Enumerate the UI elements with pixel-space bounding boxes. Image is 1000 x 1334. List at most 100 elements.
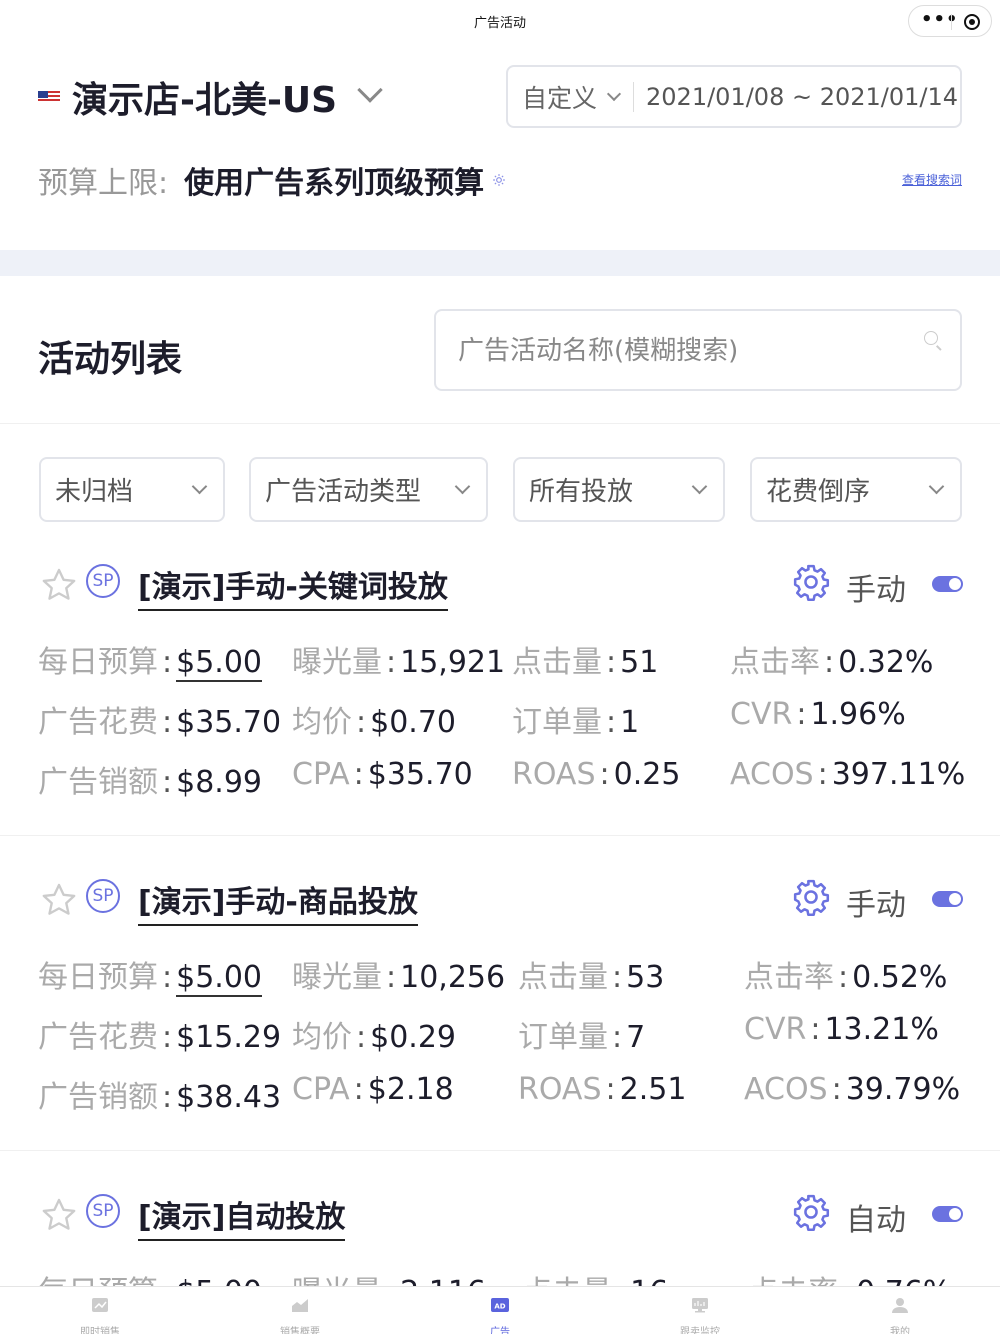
metric-orders: 订单量:1: [512, 705, 640, 740]
metric-cvr: CVR:13.21%: [744, 1012, 939, 1047]
campaign-mode: 自动: [846, 1203, 906, 1238]
tab-hijack-monitor[interactable]: 跟卖监控: [600, 1287, 800, 1334]
gear-icon[interactable]: [492, 173, 506, 187]
star-icon[interactable]: [40, 566, 78, 604]
campaign-toggle[interactable]: [932, 1206, 963, 1222]
chevron-down-icon: [928, 478, 945, 495]
daily-budget-value[interactable]: $5.00: [176, 960, 262, 997]
trend-chart-icon: [92, 1298, 108, 1312]
tab-ads[interactable]: AD 广告: [400, 1287, 600, 1334]
user-icon: [892, 1298, 908, 1313]
date-mode-select[interactable]: 自定义: [508, 79, 622, 115]
filter-targeting[interactable]: 所有投放: [513, 457, 725, 522]
divider: [0, 835, 1000, 836]
filter-sort[interactable]: 花费倒序: [750, 457, 962, 522]
chevron-down-icon: [191, 478, 208, 495]
metric-sales: 广告销额: $38.43: [38, 1080, 282, 1115]
sp-badge: SP: [86, 879, 120, 913]
section-gap: [0, 250, 1000, 276]
store-selector[interactable]: 演示店-北美-US: [38, 72, 383, 122]
metric-impressions: 曝光量:10,256: [292, 960, 506, 995]
tab-label: 广告: [490, 1327, 510, 1334]
metric-sales: 广告销额: $8.99: [38, 765, 262, 800]
campaign-name[interactable]: [演示]手动-商品投放: [138, 877, 418, 926]
section-title: 活动列表: [38, 339, 183, 380]
campaign-search-input[interactable]: [458, 331, 898, 371]
daily-budget-value[interactable]: $5.00: [176, 645, 262, 682]
mini-program-capsule: •••: [908, 5, 992, 37]
gear-icon[interactable]: [792, 1193, 830, 1231]
budget-cap: 预算上限: 使用广告系列顶级预算: [38, 158, 506, 202]
metric-roas: ROAS:0.25: [512, 757, 681, 792]
tab-realtime-sales[interactable]: 即时销售: [0, 1287, 200, 1334]
filter-campaign-type[interactable]: 广告活动类型: [249, 457, 488, 522]
tab-label: 我的: [890, 1327, 910, 1334]
metric-acos: ACOS:39.79%: [744, 1072, 961, 1107]
tab-label: 即时销售: [80, 1327, 120, 1334]
gear-icon[interactable]: [792, 563, 830, 601]
tab-sales-summary[interactable]: 销售概要: [200, 1287, 400, 1334]
campaign-toggle[interactable]: [932, 891, 963, 907]
divider: [0, 1150, 1000, 1151]
metric-spend: 广告花费: $15.29: [38, 1020, 282, 1055]
tab-label: 跟卖监控: [680, 1327, 720, 1334]
metric-orders: 订单量:7: [518, 1020, 646, 1055]
metric-daily-budget: 每日预算:$5.00: [38, 645, 262, 682]
metric-cvr: CVR:1.96%: [730, 697, 906, 732]
campaign-search: [434, 309, 962, 391]
filter-label: 未归档: [55, 477, 134, 507]
bottom-tab-bar: 即时销售 销售概要 AD 广告 跟卖监控 我的: [0, 1286, 1000, 1334]
chevron-down-icon: [357, 77, 383, 103]
ad-icon: AD: [491, 1298, 509, 1312]
metric-spend: 广告花费: $35.70: [38, 705, 282, 740]
star-icon[interactable]: [40, 1196, 78, 1234]
tab-label: 销售概要: [280, 1327, 320, 1334]
star-icon[interactable]: [40, 881, 78, 919]
us-flag-icon: [38, 91, 60, 103]
page-title: 广告活动: [473, 16, 526, 31]
close-target-icon[interactable]: [964, 14, 980, 30]
date-range-value[interactable]: 2021/01/08 ~ 2021/01/14: [646, 83, 958, 111]
search-icon: [924, 331, 938, 345]
tab-profile[interactable]: 我的: [800, 1287, 1000, 1334]
metric-impressions: 曝光量:15,921: [292, 645, 506, 680]
metric-cpa: CPA: $35.70: [292, 757, 473, 792]
chevron-down-icon: [606, 86, 622, 101]
metric-acos: ACOS:397.11%: [730, 757, 966, 792]
campaign-toggle[interactable]: [932, 576, 963, 592]
divider: [0, 423, 1000, 424]
campaign-name[interactable]: [演示]手动-关键词投放: [138, 562, 448, 611]
metric-clicks: 点击量:51: [512, 645, 659, 680]
filter-label: 花费倒序: [766, 477, 871, 507]
filter-label: 广告活动类型: [265, 477, 422, 507]
view-search-terms-link[interactable]: 查看搜索词: [902, 171, 962, 188]
sp-badge: SP: [86, 564, 120, 598]
campaign-mode: 手动: [846, 888, 906, 923]
metric-cpc: 均价: $0.70: [292, 705, 456, 740]
date-divider: [633, 81, 635, 112]
more-icon[interactable]: •••: [921, 11, 959, 29]
filter-archive[interactable]: 未归档: [39, 457, 225, 522]
capsule-divider: [951, 14, 952, 30]
metric-daily-budget: 每日预算:$5.00: [38, 960, 262, 997]
svg-text:AD: AD: [494, 1303, 505, 1311]
metric-ctr: 点击率:0.32%: [730, 645, 934, 680]
date-range-picker[interactable]: 自定义 2021/01/08 ~ 2021/01/14: [506, 65, 962, 128]
campaign-mode: 手动: [846, 573, 906, 608]
sp-badge: SP: [86, 1194, 120, 1228]
campaign-name[interactable]: [演示]自动投放: [138, 1192, 346, 1241]
budget-value: 使用广告系列顶级预算: [184, 166, 485, 201]
metric-cpa: CPA: $2.18: [292, 1072, 454, 1107]
area-chart-icon: [292, 1299, 308, 1312]
metric-roas: ROAS:2.51: [518, 1072, 687, 1107]
chevron-down-icon: [454, 478, 471, 495]
metric-ctr: 点击率:0.52%: [744, 960, 948, 995]
filter-label: 所有投放: [529, 477, 634, 507]
metric-clicks: 点击量:53: [518, 960, 665, 995]
nav-bar: 广告活动 •••: [0, 0, 1000, 46]
monitor-icon: [692, 1298, 708, 1313]
chevron-down-icon: [691, 478, 708, 495]
store-name: 演示店-北美-US: [72, 80, 338, 121]
date-mode-label: 自定义: [522, 83, 598, 113]
gear-icon[interactable]: [792, 878, 830, 916]
